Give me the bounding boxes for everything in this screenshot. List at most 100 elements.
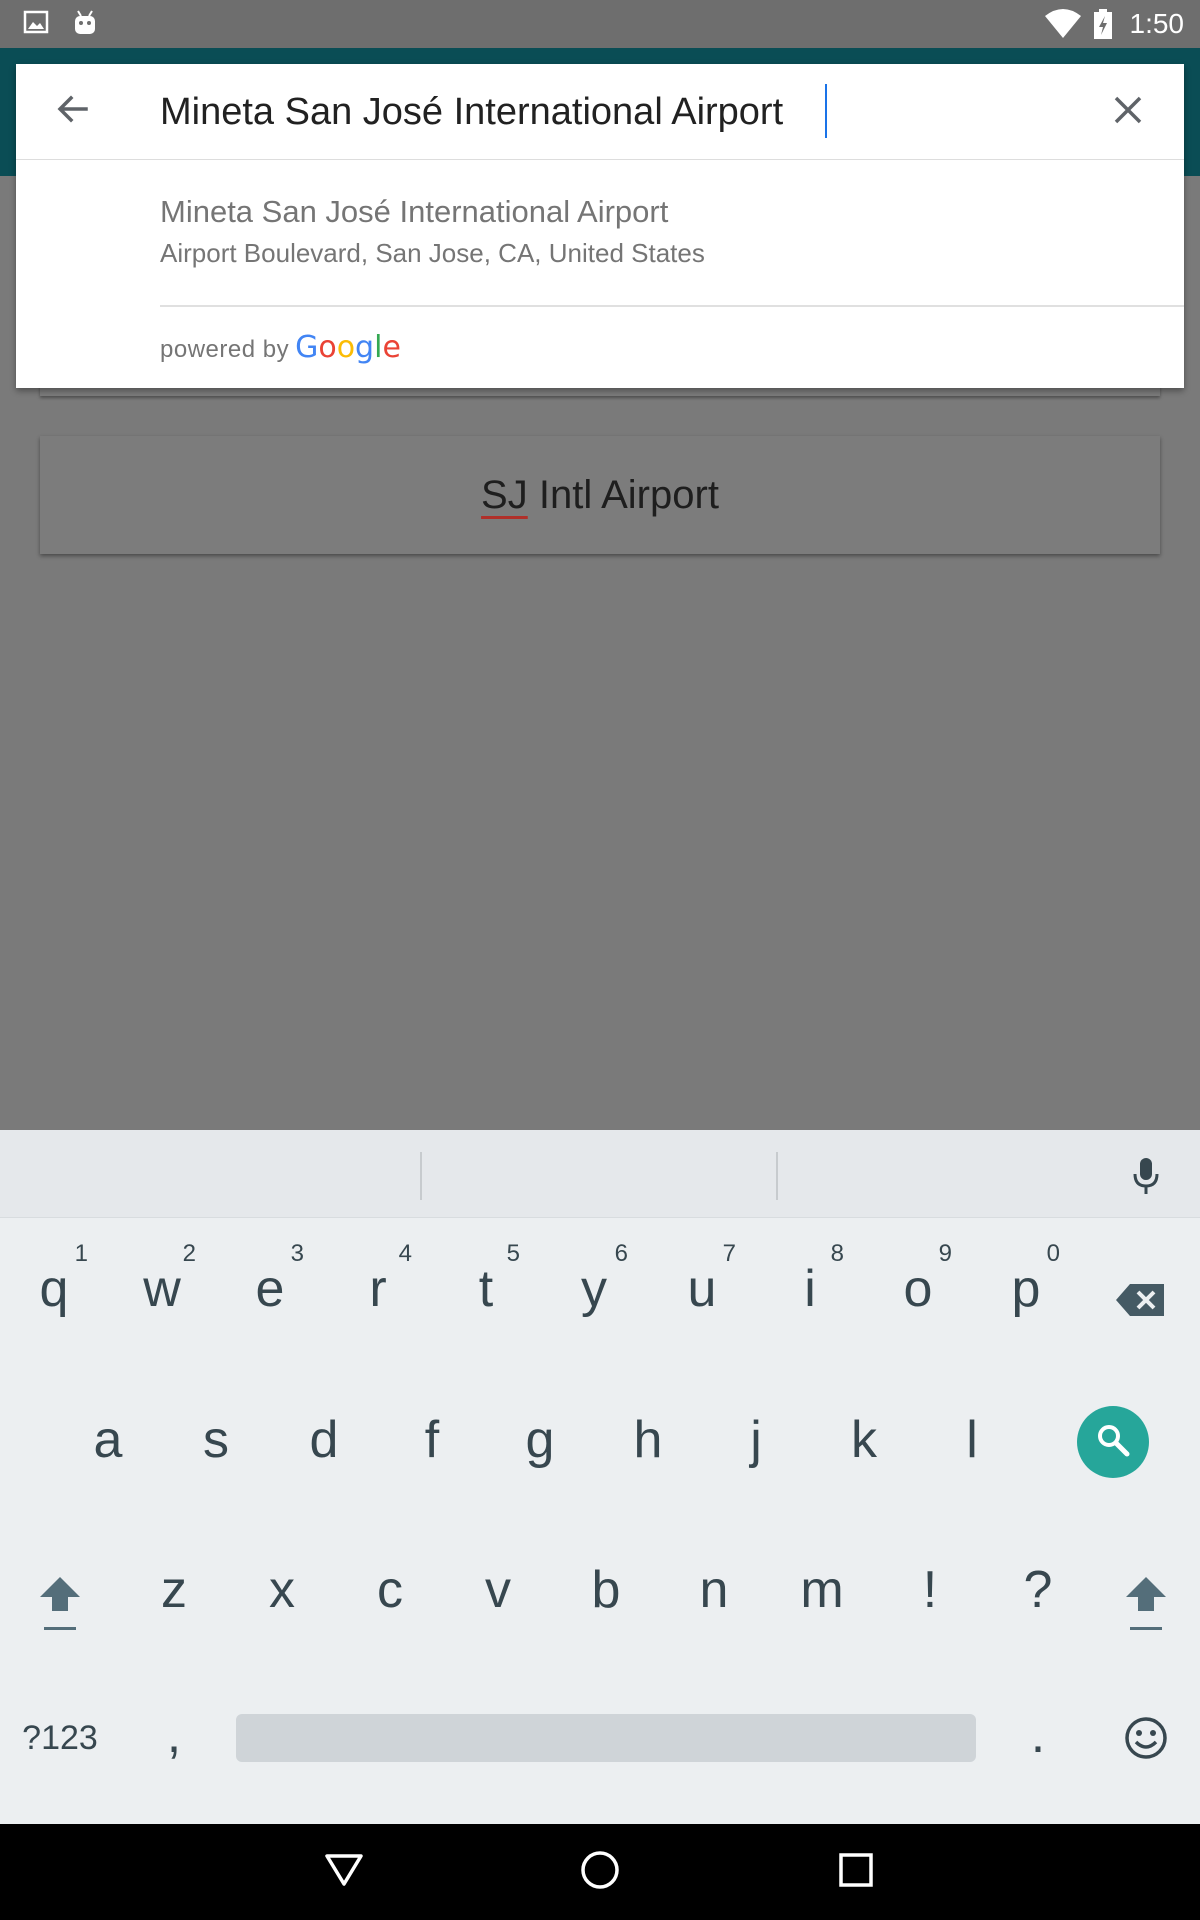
recents-square-icon [838,1852,874,1893]
key-hint-number: 5 [506,1240,520,1267]
key-label: b [591,1561,621,1619]
microphone-icon [1131,1156,1161,1201]
key-label: q [39,1260,69,1318]
key-exclamation[interactable]: ! [890,1540,970,1640]
shift-key-left[interactable] [28,1560,92,1650]
key-f[interactable]: f [392,1390,472,1490]
voice-input-button[interactable] [1118,1150,1174,1206]
period-key[interactable]: . [1006,1700,1070,1770]
attribution-text: powered by [160,336,290,363]
comma-key[interactable]: , [142,1700,206,1770]
key-label: w [143,1260,181,1318]
key-hint-number: 1 [74,1240,88,1267]
key-hint-number: 9 [938,1240,952,1267]
key-label: i [804,1260,816,1318]
key-q[interactable]: 1q [14,1234,94,1344]
key-label: c [377,1561,403,1619]
suggestion-item[interactable]: Mineta San José International Airport Ai… [16,160,1184,304]
key-label: g [525,1411,555,1469]
back-triangle-icon [324,1852,364,1893]
home-circle-icon [580,1850,620,1895]
key-label: z [161,1561,187,1619]
key-label: a [93,1411,123,1469]
clear-button[interactable] [1100,84,1156,140]
key-label: f [424,1411,440,1469]
symbols-key-label: ?123 [22,1718,98,1757]
image-icon [22,8,50,41]
nav-back-button[interactable] [316,1844,372,1900]
backspace-icon [1114,1282,1166,1323]
key-label: l [966,1411,978,1469]
destination-button-label: SJ Intl Airport [481,473,719,518]
key-i[interactable]: 8i [770,1234,850,1344]
key-label: p [1011,1260,1041,1318]
navigation-bar [0,1824,1200,1920]
nav-recents-button[interactable] [828,1844,884,1900]
backspace-key[interactable] [1108,1276,1172,1328]
key-label: m [800,1561,844,1619]
key-v[interactable]: v [458,1540,538,1640]
key-label: o [903,1260,933,1318]
suggestion-title: Mineta San José International Airport [160,194,669,229]
key-question[interactable]: ? [998,1540,1078,1640]
android-icon [70,8,100,43]
emoji-key[interactable] [1116,1710,1176,1770]
key-label: ? [1023,1561,1053,1619]
space-bar[interactable] [236,1714,976,1762]
symbols-key[interactable]: ?123 [10,1708,110,1768]
google-logo: Google [295,330,401,365]
shift-icon [36,1571,84,1640]
key-c[interactable]: c [350,1540,430,1640]
key-hint-number: 7 [722,1240,736,1267]
key-label: k [851,1411,877,1469]
key-k[interactable]: k [824,1390,904,1490]
key-z[interactable]: z [134,1540,214,1640]
shift-icon [1122,1571,1170,1640]
nav-home-button[interactable] [572,1844,628,1900]
key-label: h [633,1411,663,1469]
key-x[interactable]: x [242,1540,322,1640]
key-e[interactable]: 3e [230,1234,310,1344]
destination-button-label-rest: Intl Airport [527,472,719,517]
key-s[interactable]: s [176,1390,256,1490]
search-action-key[interactable] [1077,1406,1149,1478]
strip-divider [776,1152,778,1200]
key-label: n [699,1561,729,1619]
key-label: u [687,1260,717,1318]
key-d[interactable]: d [284,1390,364,1490]
key-hint-number: 6 [614,1240,628,1267]
soft-keyboard: ?123 , . 1q 2w 3e 4r 5t 6y 7u 8i 9o 0p asd f g hjk l zx… [0,1130,1200,1824]
strip-divider [420,1152,422,1200]
status-time: 1:50 [1129,8,1185,39]
key-label: d [309,1411,339,1469]
key-t[interactable]: 5t [446,1234,526,1344]
shift-key-right[interactable] [1114,1560,1178,1650]
back-button[interactable] [44,84,100,140]
destination-button[interactable]: SJ Intl Airport [40,436,1160,554]
place-search-panel: Mineta San José International Airport Ai… [16,64,1184,388]
key-u[interactable]: 7u [662,1234,742,1344]
key-r[interactable]: 4r [338,1234,418,1344]
key-g[interactable]: g [500,1390,580,1490]
key-n[interactable]: n [674,1540,754,1640]
battery-charging-icon [1092,8,1114,45]
key-l[interactable]: l [932,1390,1012,1490]
key-b[interactable]: b [566,1540,646,1640]
key-y[interactable]: 6y [554,1234,634,1344]
key-p[interactable]: 0p [986,1234,1066,1344]
key-label: ! [922,1561,938,1619]
key-label: t [478,1260,494,1318]
key-a[interactable]: a [68,1390,148,1490]
key-h[interactable]: h [608,1390,688,1490]
search-input[interactable] [160,86,1060,138]
wifi-icon [1044,8,1082,45]
key-j[interactable]: j [716,1390,796,1490]
key-hint-number: 4 [398,1240,412,1267]
powered-by-google: powered by Google [160,330,401,365]
key-label: e [255,1260,285,1318]
key-hint-number: 0 [1046,1240,1060,1267]
key-w[interactable]: 2w [122,1234,202,1344]
key-o[interactable]: 9o [878,1234,958,1344]
key-m[interactable]: m [782,1540,862,1640]
divider [160,305,1184,307]
